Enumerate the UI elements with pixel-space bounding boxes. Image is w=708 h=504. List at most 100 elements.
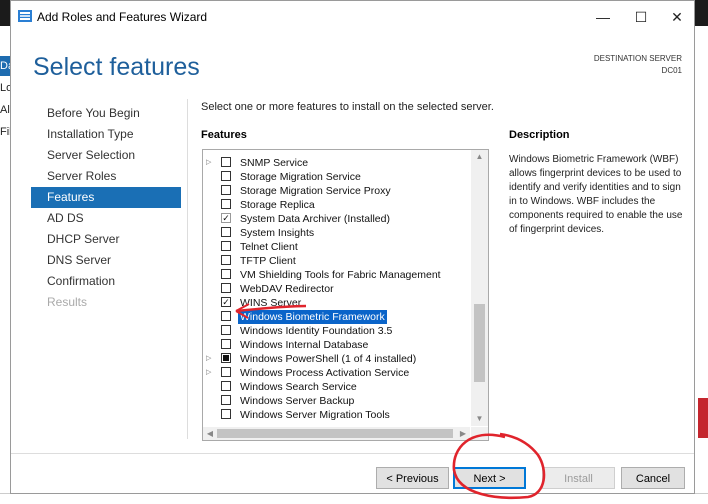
feature-checkbox[interactable] bbox=[221, 283, 231, 293]
feature-checkbox[interactable] bbox=[221, 157, 231, 167]
features-heading: Features bbox=[201, 129, 247, 141]
feature-row[interactable]: System Data Archiver (Installed) bbox=[203, 212, 470, 226]
feature-row[interactable]: Windows Identity Foundation 3.5 bbox=[203, 324, 470, 338]
description-text: Windows Biometric Framework (WBF) allows… bbox=[509, 154, 683, 235]
feature-row[interactable]: Storage Migration Service Proxy bbox=[203, 184, 470, 198]
wizard-steps-nav: Before You Begin Installation Type Server … bbox=[31, 103, 181, 313]
features-tree[interactable]: ▷ SNMP Service Storage Migration Service St… bbox=[203, 150, 470, 426]
feature-label[interactable]: Storage Migration Service Proxy bbox=[238, 184, 393, 198]
destination-server-info: DESTINATION SERVER DC01 bbox=[594, 53, 682, 77]
feature-row[interactable]: ▷ Windows PowerShell (1 of 4 installed) bbox=[203, 352, 470, 366]
feature-checkbox[interactable] bbox=[221, 171, 231, 181]
feature-row[interactable]: Storage Migration Service bbox=[203, 170, 470, 184]
horizontal-scrollbar[interactable]: ◀ ▶ bbox=[203, 427, 470, 440]
window-title: Add Roles and Features Wizard bbox=[37, 10, 208, 24]
feature-checkbox[interactable] bbox=[221, 241, 231, 251]
feature-checkbox[interactable] bbox=[221, 185, 231, 195]
wizard-step-before-you-begin[interactable]: Before You Begin bbox=[31, 103, 181, 124]
feature-row[interactable]: ▷ Windows Process Activation Service bbox=[203, 366, 470, 380]
destination-server-label: DESTINATION SERVER bbox=[593, 54, 682, 63]
feature-label[interactable]: Storage Replica bbox=[238, 198, 317, 212]
feature-checkbox[interactable] bbox=[221, 367, 231, 377]
vertical-scrollbar[interactable]: ▲ ▼ bbox=[471, 150, 488, 426]
expand-arrow-icon[interactable]: ▷ bbox=[206, 352, 214, 366]
feature-label[interactable]: WebDAV Redirector bbox=[238, 282, 336, 296]
feature-label[interactable]: VM Shielding Tools for Fabric Management bbox=[238, 268, 443, 282]
scroll-left-icon[interactable]: ◀ bbox=[203, 427, 217, 440]
cancel-button[interactable]: Cancel bbox=[621, 467, 685, 489]
destination-server-name: DC01 bbox=[661, 66, 682, 75]
server-manager-icon bbox=[18, 10, 32, 22]
feature-row[interactable]: WINS Server bbox=[203, 296, 470, 310]
feature-row[interactable]: Telnet Client bbox=[203, 240, 470, 254]
minimize-button[interactable]: — bbox=[585, 1, 621, 33]
feature-label[interactable]: Windows Process Activation Service bbox=[238, 366, 411, 380]
maximize-button[interactable]: ☐ bbox=[623, 1, 659, 33]
feature-row[interactable]: Windows Internal Database bbox=[203, 338, 470, 352]
feature-label[interactable]: System Data Archiver (Installed) bbox=[238, 212, 392, 226]
feature-row[interactable]: VM Shielding Tools for Fabric Management bbox=[203, 268, 470, 282]
next-button[interactable]: Next > bbox=[453, 467, 526, 489]
scroll-down-icon[interactable]: ▼ bbox=[471, 412, 488, 426]
horizontal-scroll-thumb[interactable] bbox=[217, 429, 453, 438]
feature-row[interactable]: TFTP Client bbox=[203, 254, 470, 268]
feature-checkbox bbox=[221, 213, 231, 223]
previous-button[interactable]: < Previous bbox=[376, 467, 449, 489]
feature-row[interactable]: Storage Replica bbox=[203, 198, 470, 212]
feature-row[interactable]: Windows Server Backup bbox=[203, 394, 470, 408]
scroll-right-icon[interactable]: ▶ bbox=[456, 427, 470, 440]
vertical-scroll-thumb[interactable] bbox=[474, 304, 485, 382]
wizard-step-ad-ds[interactable]: AD DS bbox=[31, 208, 181, 229]
feature-checkbox[interactable] bbox=[221, 311, 231, 321]
feature-label[interactable]: Storage Migration Service bbox=[238, 170, 363, 184]
wizard-step-dhcp-server[interactable]: DHCP Server bbox=[31, 229, 181, 250]
feature-row[interactable]: System Insights bbox=[203, 226, 470, 240]
instruction-text: Select one or more features to install o… bbox=[201, 101, 494, 113]
feature-label[interactable]: Windows Biometric Framework bbox=[238, 310, 387, 324]
feature-checkbox[interactable] bbox=[221, 199, 231, 209]
expand-arrow-icon[interactable]: ▷ bbox=[206, 156, 214, 170]
feature-label[interactable]: Windows Server Migration Tools bbox=[238, 408, 392, 422]
wizard-step-server-selection[interactable]: Server Selection bbox=[31, 145, 181, 166]
feature-row[interactable]: Windows Search Service bbox=[203, 380, 470, 394]
feature-row[interactable]: Windows Server Migration Tools bbox=[203, 408, 470, 422]
wizard-step-server-roles[interactable]: Server Roles bbox=[31, 166, 181, 187]
server-manager-red-tile bbox=[698, 398, 708, 438]
feature-label[interactable]: Windows Internal Database bbox=[238, 338, 370, 352]
expand-arrow-icon[interactable]: ▷ bbox=[206, 366, 214, 380]
feature-checkbox[interactable] bbox=[221, 269, 231, 279]
feature-label[interactable]: Windows Server Backup bbox=[238, 394, 356, 408]
wizard-step-dns-server[interactable]: DNS Server bbox=[31, 250, 181, 271]
feature-checkbox[interactable] bbox=[221, 381, 231, 391]
feature-row[interactable]: Windows Biometric Framework bbox=[203, 310, 470, 324]
feature-label[interactable]: SNMP Service bbox=[238, 156, 310, 170]
close-button[interactable]: ✕ bbox=[659, 1, 695, 33]
feature-checkbox[interactable] bbox=[221, 297, 231, 307]
feature-checkbox[interactable] bbox=[221, 353, 231, 363]
feature-label[interactable]: TFTP Client bbox=[238, 254, 298, 268]
feature-label[interactable]: Windows PowerShell (1 of 4 installed) bbox=[238, 352, 418, 366]
wizard-step-installation-type[interactable]: Installation Type bbox=[31, 124, 181, 145]
feature-label[interactable]: System Insights bbox=[238, 226, 316, 240]
feature-label[interactable]: Windows Search Service bbox=[238, 380, 359, 394]
feature-checkbox[interactable] bbox=[221, 395, 231, 405]
wizard-dialog: Add Roles and Features Wizard — ☐ ✕ Sele… bbox=[10, 0, 695, 494]
feature-checkbox[interactable] bbox=[221, 409, 231, 419]
wizard-step-features[interactable]: Features bbox=[31, 187, 181, 208]
feature-label[interactable]: WINS Server bbox=[238, 296, 303, 310]
footer-divider bbox=[11, 453, 694, 454]
description-heading: Description bbox=[509, 129, 570, 141]
feature-checkbox[interactable] bbox=[221, 339, 231, 349]
title-bar[interactable]: Add Roles and Features Wizard — ☐ ✕ bbox=[11, 1, 694, 33]
feature-row[interactable]: WebDAV Redirector bbox=[203, 282, 470, 296]
feature-checkbox[interactable] bbox=[221, 325, 231, 335]
feature-label[interactable]: Windows Identity Foundation 3.5 bbox=[238, 324, 394, 338]
feature-label[interactable]: Telnet Client bbox=[238, 240, 300, 254]
wizard-step-confirmation[interactable]: Confirmation bbox=[31, 271, 181, 292]
feature-checkbox[interactable] bbox=[221, 255, 231, 265]
feature-row[interactable]: ▷ SNMP Service bbox=[203, 156, 470, 170]
feature-checkbox[interactable] bbox=[221, 227, 231, 237]
features-list[interactable]: ▷ SNMP Service Storage Migration Service St… bbox=[202, 149, 489, 441]
scroll-up-icon[interactable]: ▲ bbox=[471, 150, 488, 164]
install-button[interactable]: Install bbox=[542, 467, 615, 489]
